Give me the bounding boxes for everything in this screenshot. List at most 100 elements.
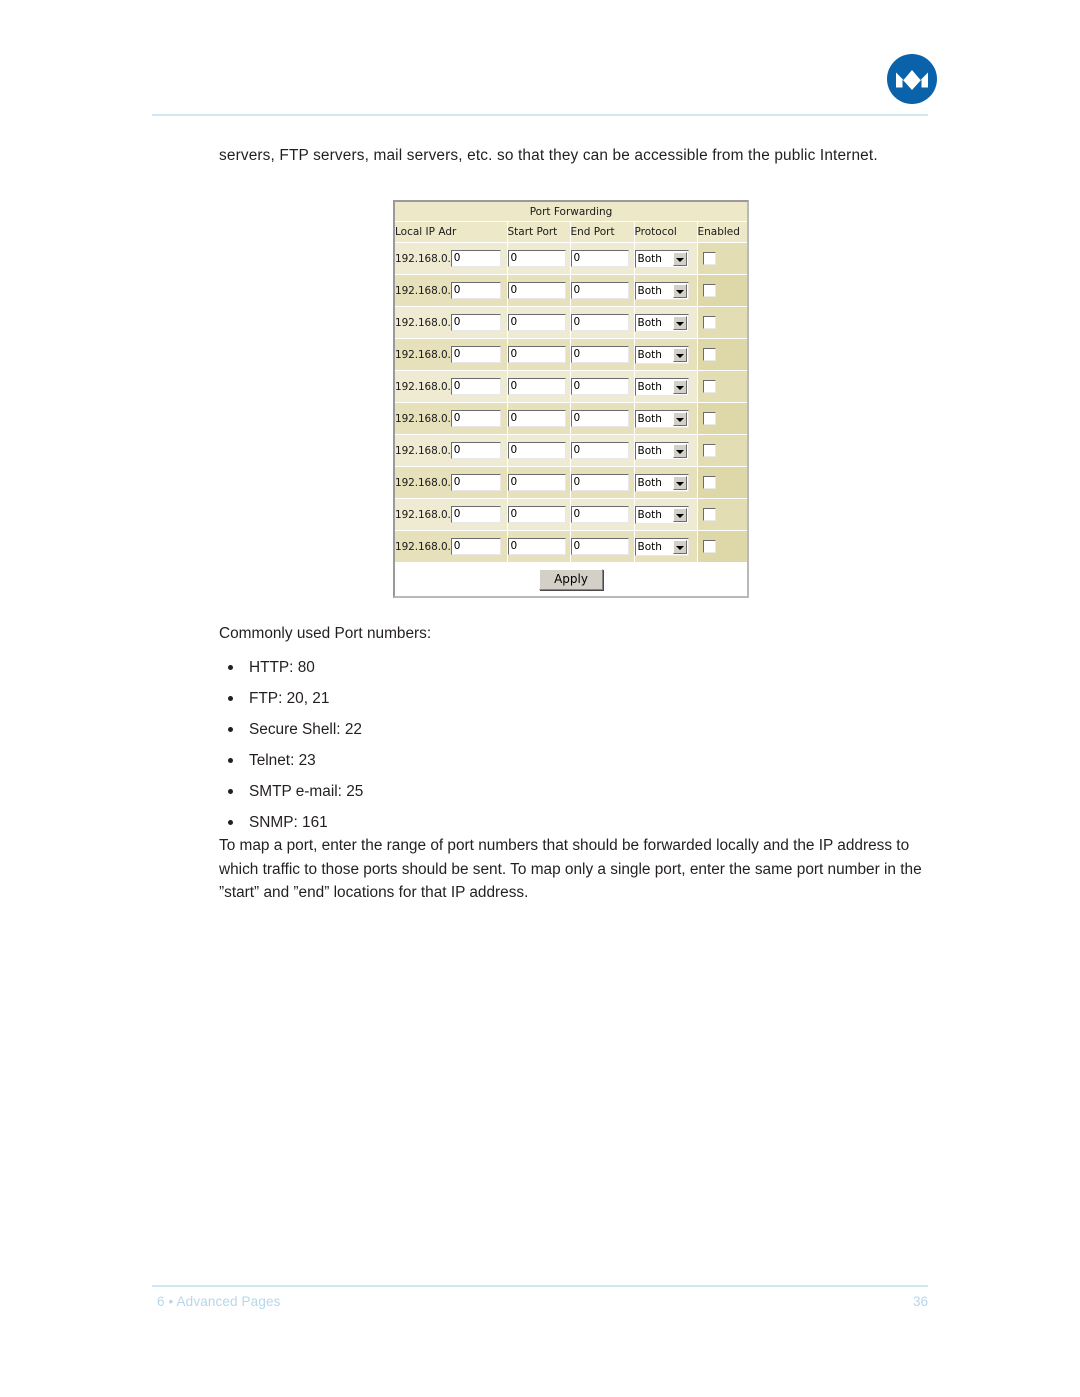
protocol-select-value: Both <box>637 508 662 521</box>
local-ip-octet-input[interactable] <box>450 410 501 427</box>
chevron-down-icon[interactable] <box>672 539 687 554</box>
start-port-input[interactable] <box>507 442 566 459</box>
enabled-checkbox[interactable] <box>702 380 716 393</box>
local-ip-octet-input[interactable] <box>450 282 501 299</box>
local-ip-octet-input[interactable] <box>450 442 501 459</box>
enabled-checkbox[interactable] <box>702 412 716 425</box>
start-port-input[interactable] <box>507 410 566 427</box>
end-port-input[interactable] <box>570 346 629 363</box>
cell-start-port <box>507 498 571 531</box>
cell-enabled <box>697 306 748 339</box>
protocol-select-value: Both <box>637 476 662 489</box>
footer-chapter-label: 6 • Advanced Pages <box>157 1294 281 1309</box>
ip-prefix-label: 192.168.0. <box>395 508 451 521</box>
enabled-checkbox[interactable] <box>702 348 716 361</box>
start-port-input[interactable] <box>507 250 566 267</box>
table-row: 192.168.0. Both <box>395 498 748 531</box>
cell-protocol: Both <box>634 274 698 307</box>
start-port-input[interactable] <box>507 538 566 555</box>
port-forwarding-screenshot: Port Forwarding Local IP Adr Start Port … <box>393 200 749 598</box>
mapping-paragraph: To map a port, enter the range of port n… <box>219 837 922 901</box>
end-port-input[interactable] <box>570 378 629 395</box>
cell-start-port <box>507 306 571 339</box>
local-ip-octet-input[interactable] <box>450 474 501 491</box>
bullet-icon <box>228 696 233 701</box>
chevron-down-icon[interactable] <box>672 475 687 490</box>
table-row: 192.168.0. Both <box>395 434 748 467</box>
protocol-select[interactable]: Both <box>634 441 689 460</box>
common-ports-list: HTTP: 80 FTP: 20, 21 Secure Shell: 22 Telne… <box>219 652 719 838</box>
local-ip-octet-input[interactable] <box>450 538 501 555</box>
enabled-checkbox[interactable] <box>702 316 716 329</box>
list-item-label: Telnet: 23 <box>249 752 316 769</box>
end-port-input[interactable] <box>570 282 629 299</box>
cell-end-port <box>570 274 635 307</box>
protocol-select[interactable]: Both <box>634 313 689 332</box>
apply-button[interactable]: Apply <box>539 569 603 590</box>
cell-end-port <box>570 402 635 435</box>
end-port-input[interactable] <box>570 410 629 427</box>
local-ip-octet-input[interactable] <box>450 506 501 523</box>
cell-local-ip: 192.168.0. <box>395 242 508 275</box>
chevron-down-icon[interactable] <box>672 251 687 266</box>
protocol-select-value: Both <box>637 444 662 457</box>
intro-text-block: servers, FTP servers, mail servers, etc.… <box>219 144 929 168</box>
common-ports-intro: Commonly used Port numbers: <box>219 625 432 642</box>
chevron-down-icon[interactable] <box>672 347 687 362</box>
table-row: 192.168.0. Both <box>395 274 748 307</box>
chevron-down-icon[interactable] <box>672 379 687 394</box>
start-port-input[interactable] <box>507 314 566 331</box>
protocol-select-value: Both <box>637 252 662 265</box>
protocol-select[interactable]: Both <box>634 409 689 428</box>
enabled-checkbox[interactable] <box>702 284 716 297</box>
bullet-icon <box>228 665 233 670</box>
start-port-input[interactable] <box>507 282 566 299</box>
ip-prefix-label: 192.168.0. <box>395 284 451 297</box>
page-header <box>0 0 1080 120</box>
footer-divider <box>152 1285 928 1287</box>
list-item-label: SNMP: 161 <box>249 814 328 831</box>
protocol-select[interactable]: Both <box>634 537 689 556</box>
cell-start-port <box>507 530 571 563</box>
table-row: 192.168.0. Both <box>395 466 748 499</box>
end-port-input[interactable] <box>570 538 629 555</box>
protocol-select[interactable]: Both <box>634 505 689 524</box>
chevron-down-icon[interactable] <box>672 443 687 458</box>
end-port-input[interactable] <box>570 506 629 523</box>
protocol-select[interactable]: Both <box>634 281 689 300</box>
protocol-select[interactable]: Both <box>634 377 689 396</box>
cell-local-ip: 192.168.0. <box>395 434 508 467</box>
enabled-checkbox[interactable] <box>702 252 716 265</box>
start-port-input[interactable] <box>507 346 566 363</box>
cell-end-port <box>570 466 635 499</box>
end-port-input[interactable] <box>570 474 629 491</box>
cell-start-port <box>507 434 571 467</box>
enabled-checkbox[interactable] <box>702 540 716 553</box>
enabled-checkbox[interactable] <box>702 476 716 489</box>
end-port-input[interactable] <box>570 250 629 267</box>
end-port-input[interactable] <box>570 442 629 459</box>
chevron-down-icon[interactable] <box>672 283 687 298</box>
table-title-row: Port Forwarding <box>395 202 748 222</box>
protocol-select[interactable]: Both <box>634 249 689 268</box>
end-port-input[interactable] <box>570 314 629 331</box>
local-ip-octet-input[interactable] <box>450 346 501 363</box>
local-ip-octet-input[interactable] <box>450 314 501 331</box>
protocol-select[interactable]: Both <box>634 345 689 364</box>
start-port-input[interactable] <box>507 474 566 491</box>
ip-prefix-label: 192.168.0. <box>395 380 451 393</box>
local-ip-octet-input[interactable] <box>450 250 501 267</box>
port-forwarding-panel: Port Forwarding Local IP Adr Start Port … <box>393 200 749 598</box>
column-header-enabled: Enabled <box>697 221 748 243</box>
start-port-input[interactable] <box>507 378 566 395</box>
start-port-input[interactable] <box>507 506 566 523</box>
chevron-down-icon[interactable] <box>672 411 687 426</box>
enabled-checkbox[interactable] <box>702 508 716 521</box>
enabled-checkbox[interactable] <box>702 444 716 457</box>
chevron-down-icon[interactable] <box>672 315 687 330</box>
footer-page-number: 36 <box>912 1294 928 1309</box>
chevron-down-icon[interactable] <box>672 507 687 522</box>
local-ip-octet-input[interactable] <box>450 378 501 395</box>
protocol-select[interactable]: Both <box>634 473 689 492</box>
bullet-icon <box>228 758 233 763</box>
